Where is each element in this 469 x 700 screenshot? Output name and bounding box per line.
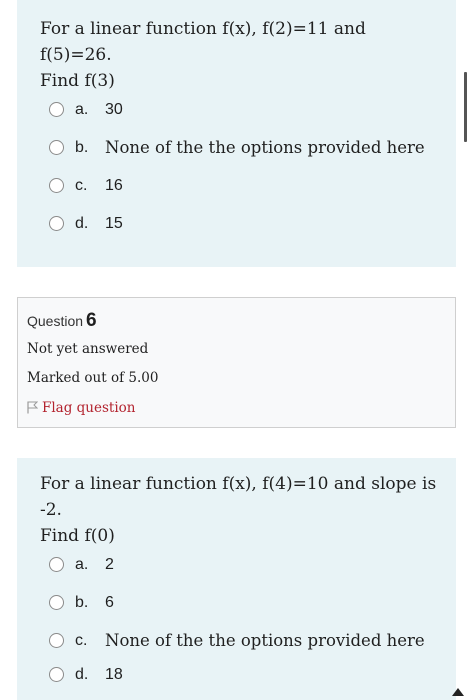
option-letter: c. — [75, 632, 88, 649]
option-letter: d. — [75, 215, 89, 232]
radio-button[interactable] — [49, 667, 64, 682]
option-letter: d. — [75, 666, 89, 683]
q5-option-c[interactable]: c. 16 — [49, 175, 449, 199]
radio-button[interactable] — [49, 140, 64, 155]
option-text: 16 — [105, 177, 123, 194]
option-letter: b. — [75, 139, 89, 156]
question-6-line-2: Find f(0) — [40, 526, 115, 546]
marks-info: Marked out of 5.00 — [27, 370, 159, 386]
radio-button[interactable] — [49, 557, 64, 572]
flag-question-link[interactable]: Flag question — [27, 400, 136, 416]
question-5-line-1: For a linear function f(x), f(2)=11 and … — [40, 19, 366, 65]
answer-status: Not yet answered — [27, 341, 149, 357]
q6-option-c[interactable]: c. None of the the options provided here — [49, 630, 449, 654]
question-6-line-1: For a linear function f(x), f(4)=10 and … — [40, 474, 437, 520]
q6-option-a[interactable]: a. 2 — [49, 554, 449, 578]
scrollbar[interactable] — [464, 72, 467, 142]
question-6-panel: For a linear function f(x), f(4)=10 and … — [17, 458, 456, 700]
radio-button[interactable] — [49, 595, 64, 610]
question-5-line-2: Find f(3) — [40, 71, 115, 91]
option-text: 18 — [105, 666, 123, 683]
option-text: 2 — [105, 556, 114, 573]
question-number: 6 — [86, 310, 97, 331]
q6-option-d[interactable]: d. 18 — [49, 664, 449, 688]
option-text: None of the the options provided here — [105, 138, 425, 157]
option-text: 6 — [105, 594, 114, 611]
question-5-text: For a linear function f(x), f(2)=11 and … — [40, 16, 440, 94]
option-text: 30 — [105, 101, 123, 118]
option-text: 15 — [105, 215, 123, 232]
option-text: None of the the options provided here — [105, 631, 425, 650]
option-letter: a. — [75, 101, 89, 118]
question-6-info-box: Question 6 Not yet answered Marked out of… — [17, 297, 456, 428]
radio-button[interactable] — [49, 178, 64, 193]
option-letter: b. — [75, 594, 89, 611]
q5-option-b[interactable]: b. None of the the options provided here — [49, 137, 449, 161]
flag-icon — [27, 401, 39, 414]
radio-button[interactable] — [49, 633, 64, 648]
question-5-panel: For a linear function f(x), f(2)=11 and … — [17, 0, 456, 267]
q5-option-d[interactable]: d. 15 — [49, 213, 449, 237]
q6-option-b[interactable]: b. 6 — [49, 592, 449, 616]
option-letter: a. — [75, 556, 89, 573]
question-6-text: For a linear function f(x), f(4)=10 and … — [40, 471, 440, 549]
radio-button[interactable] — [49, 216, 64, 231]
question-label: Question — [27, 313, 84, 329]
option-letter: c. — [75, 177, 88, 194]
q5-option-a[interactable]: a. 30 — [49, 99, 449, 123]
question-number-heading: Question 6 — [27, 310, 97, 332]
radio-button[interactable] — [49, 102, 64, 117]
flag-question-label: Flag question — [42, 400, 136, 416]
scroll-up-arrow-icon[interactable] — [452, 688, 464, 696]
